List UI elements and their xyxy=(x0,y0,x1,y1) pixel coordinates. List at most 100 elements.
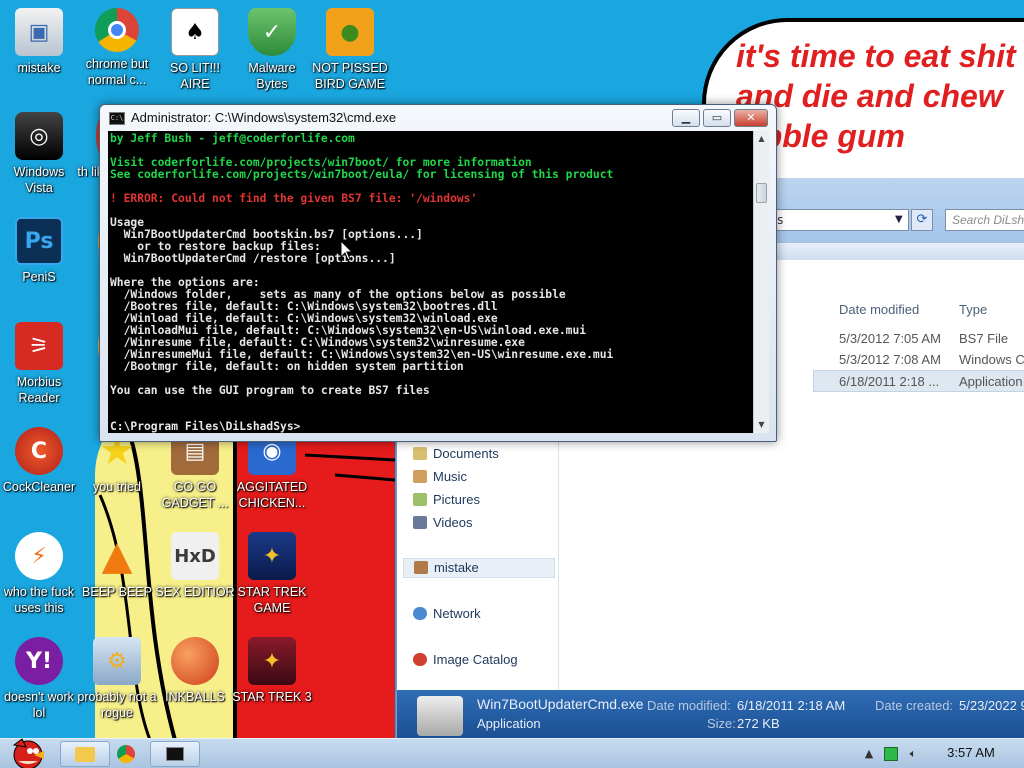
scroll-up-icon[interactable]: ▲ xyxy=(754,131,769,147)
nav-item-network[interactable]: Network xyxy=(413,606,481,626)
nav-label: Network xyxy=(433,606,481,621)
desktop-icon-label: GO GO GADGET ... xyxy=(161,480,229,510)
adobe-reader-icon: ⚞ xyxy=(15,322,63,370)
console-output[interactable]: by Jeff Bush - jeff@coderforlife.com Visi… xyxy=(108,131,753,433)
cmd-window[interactable]: C:\ Administrator: C:\Windows\system32\c… xyxy=(99,104,777,442)
desktop-icon-mistake[interactable]: ▣ mistake xyxy=(0,8,79,76)
desktop-icon-label: Malware Bytes xyxy=(248,61,296,91)
nav-item-videos[interactable]: Videos xyxy=(413,515,473,535)
desktop-icon-inkballs[interactable]: INKBALLS xyxy=(155,637,235,705)
maximize-button[interactable]: ▭ xyxy=(703,109,731,127)
cmd-icon: C:\ xyxy=(109,112,125,125)
desktop-icon-label: Windows Vista xyxy=(13,165,65,195)
nav-label: Pictures xyxy=(433,492,480,507)
music-icon xyxy=(413,470,427,483)
nav-item-mistake[interactable]: mistake xyxy=(403,558,555,578)
clock[interactable]: 3:57 AM xyxy=(930,745,1012,760)
file-type: Windows C xyxy=(959,352,1024,367)
details-filename: Win7BootUpdaterCmd.exe xyxy=(477,696,644,712)
lightning-icon: ⚡ xyxy=(15,532,63,580)
refresh-icon[interactable]: ⟳ xyxy=(911,209,933,231)
details-created-key: Date created: xyxy=(875,698,954,713)
details-size-value: 272 KB xyxy=(737,716,780,731)
desktop-icon-windows-vista[interactable]: ◎ Windows Vista xyxy=(0,112,79,196)
photoshop-icon: Ps xyxy=(15,217,63,265)
desktop-icon-label: probably not a rogue xyxy=(77,690,157,720)
desktop-icon-probably-not-a-rogue[interactable]: ⚙ probably not a rogue xyxy=(77,637,157,721)
desktop-icon-who-the-fuck-uses-this[interactable]: ⚡ who the fuck uses this xyxy=(0,532,79,616)
desktop-icon-sex-editior[interactable]: HxD SEX EDITIOR xyxy=(155,532,235,600)
image-catalog-icon xyxy=(413,653,427,666)
yahoo-messenger-icon: Y! xyxy=(15,637,63,685)
videos-icon xyxy=(413,516,427,529)
address-bar[interactable]: ys xyxy=(765,209,909,231)
nav-item-image-catalog[interactable]: Image Catalog xyxy=(413,652,518,672)
nav-item-documents[interactable]: Documents xyxy=(413,446,499,466)
file-date: 5/3/2012 7:05 AM xyxy=(839,331,941,346)
network-tray-icon[interactable] xyxy=(884,747,898,761)
nav-item-pictures[interactable]: Pictures xyxy=(413,492,480,512)
desktop-icon-so-lit-aire[interactable]: ♠ SO LIT!!! AIRE xyxy=(155,8,235,92)
desktop-icon-label: SEX EDITIOR xyxy=(155,585,235,599)
vertical-scrollbar[interactable]: ▲ ▼ xyxy=(753,131,769,433)
volume-icon[interactable]: 🔈︎ xyxy=(906,747,920,761)
pictures-icon xyxy=(413,493,427,506)
desktop-icon-label: mistake xyxy=(17,61,61,75)
nav-item-music[interactable]: Music xyxy=(413,469,467,489)
desktop-icon-not-pissed-bird-game[interactable]: ● NOT PISSED BIRD GAME xyxy=(310,8,390,92)
desktop-icon-star-trek-3[interactable]: ✦ STAR TREK 3 xyxy=(232,637,312,705)
desktop-icon-label: AGGITATED CHICKEN... xyxy=(236,480,308,510)
desktop-icon-doesnt-work-lol[interactable]: Y! doesn't work lol xyxy=(0,637,79,721)
file-row-selected[interactable]: 6/18/2011 2:18 ... Application xyxy=(813,370,1024,392)
taskbar: ▲ 🔈︎ 3:57 AM xyxy=(0,738,1024,768)
scroll-down-icon[interactable]: ▼ xyxy=(754,417,769,433)
details-modified-key: Date modified: xyxy=(647,698,731,713)
documents-icon xyxy=(413,447,427,460)
nav-label: mistake xyxy=(434,560,479,575)
search-input[interactable]: Search DiLsh xyxy=(945,209,1024,231)
desktop-icon-star-trek-game[interactable]: ✦ STAR TREK GAME xyxy=(232,532,312,616)
desktop-icon-chrome[interactable]: chrome but normal c... xyxy=(77,8,157,88)
address-dropdown-icon[interactable]: ▼ xyxy=(895,209,909,231)
file-row[interactable]: 5/3/2012 7:08 AM Windows C xyxy=(813,349,1024,371)
computer-icon: ▣ xyxy=(15,8,63,56)
file-row[interactable]: 5/3/2012 7:05 AM BS7 File xyxy=(813,328,1024,350)
close-button[interactable]: ✕ xyxy=(734,109,768,127)
desktop-icon-label: STAR TREK 3 xyxy=(232,690,312,704)
taskbar-explorer-button[interactable] xyxy=(60,741,110,767)
tray-expand-icon[interactable]: ▲ xyxy=(862,747,876,761)
column-header-type[interactable]: Type xyxy=(959,302,987,317)
nav-label: Videos xyxy=(433,515,473,530)
gear-icon: ⚙ xyxy=(93,637,141,685)
column-header-date-modified[interactable]: Date modified xyxy=(839,302,919,317)
desktop-icon-penis[interactable]: Ps PeniS xyxy=(0,217,79,285)
desktop-icon-malwarebytes[interactable]: ✓ Malware Bytes xyxy=(232,8,312,92)
desktop-icon-label: BEEP BEEP xyxy=(82,585,152,599)
desktop-icon-label: SO LIT!!! AIRE xyxy=(169,61,220,91)
minimize-button[interactable]: ▁ xyxy=(672,109,700,127)
console-line: by Jeff Bush - jeff@coderforlife.com xyxy=(110,132,355,145)
console-line: ! ERROR: Could not find the given BS7 fi… xyxy=(110,192,478,205)
star-wars-game-icon: ✦ xyxy=(248,637,296,685)
file-type: BS7 File xyxy=(959,331,1009,346)
taskbar-chrome-button[interactable] xyxy=(104,741,148,767)
console-line: See coderforlife.com/projects/win7boot/e… xyxy=(110,168,614,181)
start-button-angry-bird-icon[interactable] xyxy=(4,735,54,768)
chrome-icon xyxy=(117,745,135,763)
scroll-thumb[interactable] xyxy=(756,183,767,203)
desktop-icon-morbius-reader[interactable]: ⚞ Morbius Reader xyxy=(0,322,79,406)
desktop-icon-label: NOT PISSED BIRD GAME xyxy=(312,61,388,91)
star-wars-game-icon: ✦ xyxy=(248,532,296,580)
desktop-icon-beep-beep[interactable]: ▲ BEEP BEEP xyxy=(77,532,157,600)
file-type: Application xyxy=(959,374,1023,389)
desktop-icon-cockcleaner[interactable]: C CockCleaner xyxy=(0,427,79,495)
file-date: 6/18/2011 2:18 ... xyxy=(839,374,940,389)
speech-text: it's time to eat shit and die and chew b… xyxy=(736,38,1016,154)
desktop-icon-label: INKBALLS xyxy=(165,690,225,704)
traffic-cone-icon: ▲ xyxy=(101,533,133,579)
details-pane: Win7BootUpdaterCmd.exe Application Date … xyxy=(397,690,1024,738)
taskbar-cmd-button[interactable] xyxy=(150,741,200,767)
application-icon xyxy=(417,696,463,736)
